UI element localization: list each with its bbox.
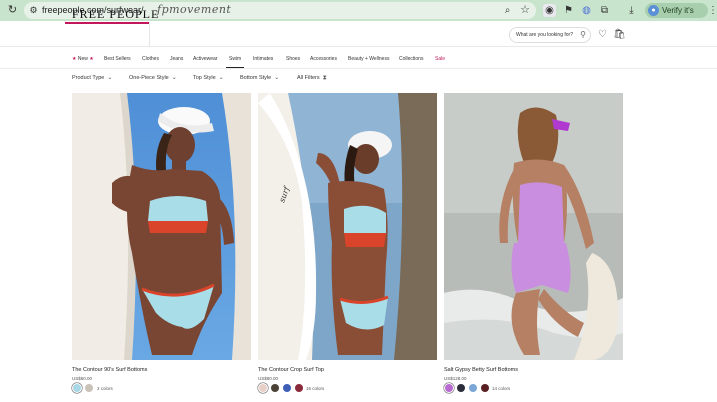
brand-logo[interactable]: FREE PEOPLE — [72, 7, 159, 22]
divider — [0, 46, 717, 47]
extension-icon[interactable]: ◍ — [580, 4, 593, 17]
chevron-down-icon: ⌄ — [107, 75, 113, 81]
product-name[interactable]: Salt Gypsy Betty Surf Bottoms — [444, 366, 518, 374]
flag-icon[interactable]: ⚑ — [562, 4, 575, 17]
divider — [0, 68, 717, 69]
search-icon[interactable]: ⚲ — [578, 30, 588, 40]
filter-one-piece-style[interactable]: One-Piece Style ⌄ — [129, 74, 177, 83]
nav-item-sale[interactable]: Sale — [435, 55, 445, 63]
brand-tab-movement[interactable] — [149, 22, 228, 46]
filter-all-filters[interactable]: All Filters ⧗ — [297, 74, 327, 83]
nav-item-collections[interactable]: Collections — [399, 55, 423, 63]
color-swatch[interactable] — [469, 384, 477, 392]
product-name[interactable]: The Contour 90's Surf Bottoms — [72, 366, 147, 374]
brand-tab-free-people[interactable] — [65, 22, 149, 46]
color-swatch[interactable] — [271, 384, 279, 392]
nav-item-activewear[interactable]: Activewear — [193, 55, 217, 63]
heart-icon[interactable]: ♡ — [597, 29, 608, 40]
nav-item-clothes[interactable]: Clothes — [142, 55, 159, 63]
chevron-down-icon: ⌄ — [274, 75, 280, 81]
nav-item-accessories[interactable]: Accessories — [310, 55, 337, 63]
color-swatch[interactable] — [73, 384, 81, 392]
filter-product-type[interactable]: Product Type ⌄ — [72, 74, 112, 83]
product-photo-2: surf — [258, 93, 437, 360]
nav-item-best-sellers[interactable]: Best Sellers — [104, 55, 131, 63]
product-image[interactable] — [444, 93, 623, 360]
download-icon[interactable]: ⤓ — [625, 4, 638, 17]
filter-bottom-style[interactable]: Bottom Style ⌄ — [240, 74, 279, 83]
chevron-down-icon: ⌄ — [218, 75, 224, 81]
product-price: US$60.00 — [72, 376, 93, 381]
color-swatch[interactable] — [85, 384, 93, 392]
color-swatch[interactable] — [259, 384, 267, 392]
tune-icon[interactable]: ⚙ — [28, 5, 39, 16]
color-swatch[interactable] — [283, 384, 291, 392]
nav-item-beauty-wellness[interactable]: Beauty + Wellness — [348, 55, 389, 63]
product-image[interactable]: surf — [258, 93, 437, 360]
menu-icon[interactable]: ⋮ — [708, 4, 717, 17]
colors-count[interactable]: 14 colors — [492, 386, 510, 392]
site-header — [0, 21, 717, 46]
nav-item-jeans[interactable]: Jeans — [170, 55, 183, 63]
product-name[interactable]: The Contour Crop Surf Top — [258, 366, 324, 374]
color-swatch[interactable] — [481, 384, 489, 392]
nav-item-swim[interactable]: Swim — [229, 55, 241, 63]
product-image[interactable] — [72, 93, 251, 360]
nav-item-intimates[interactable]: Intimates — [253, 55, 273, 63]
color-swatch[interactable] — [457, 384, 465, 392]
search-input[interactable]: What are you looking for? ⚲ — [509, 27, 591, 43]
nav-item-shoes[interactable]: Shoes — [286, 55, 300, 63]
colors-count[interactable]: 2 colors — [97, 386, 113, 392]
verify-button[interactable]: ● Verify it's you — [645, 3, 708, 30]
product-photo-3 — [444, 93, 623, 360]
profile-icon: ● — [648, 5, 659, 16]
bag-icon[interactable]: 🛍 — [613, 29, 626, 40]
product-price: US$80.00 — [258, 376, 279, 381]
color-swatch[interactable] — [445, 384, 453, 392]
main-nav: ★ New ★ Best Sellers Clothes Jeans Activ… — [0, 52, 717, 66]
color-swatch[interactable] — [295, 384, 303, 392]
puzzle-icon[interactable]: ⧉ — [598, 4, 611, 17]
extension-icon[interactable]: ◉ — [543, 4, 556, 17]
colors-count[interactable]: 16 colors — [306, 386, 324, 392]
product-price: US$128.00 — [444, 376, 467, 381]
zoom-icon[interactable]: ⌕ — [502, 5, 513, 16]
search-placeholder: What are you looking for? — [516, 32, 573, 38]
filter-top-style[interactable]: Top Style ⌄ — [193, 74, 224, 83]
chevron-down-icon: ⌄ — [171, 75, 177, 81]
star-icon[interactable]: ☆ — [519, 4, 531, 16]
reload-icon[interactable]: ↻ — [6, 4, 19, 17]
sliders-icon: ⧗ — [322, 75, 327, 81]
secondary-brand-logo[interactable]: fpmovement — [157, 3, 231, 16]
nav-item-new[interactable]: ★ New ★ — [72, 55, 94, 63]
product-photo-1 — [72, 93, 251, 360]
